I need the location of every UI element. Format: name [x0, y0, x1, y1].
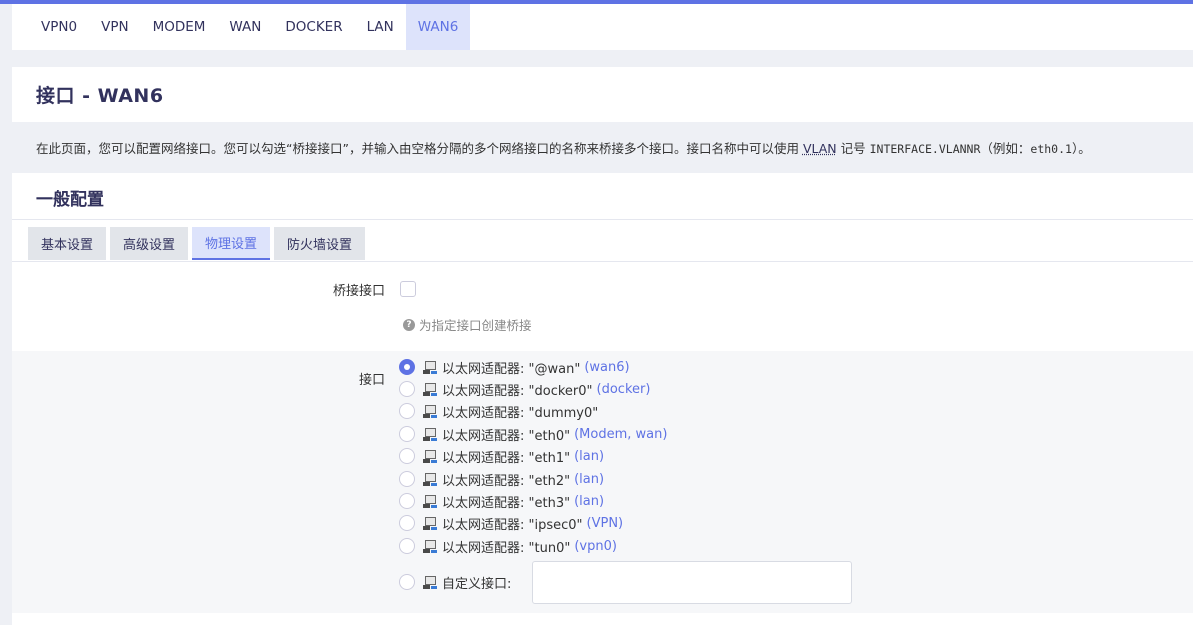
ethernet-adapter-icon [423, 516, 438, 531]
tab-wan6[interactable]: WAN6 [405, 4, 471, 50]
interface-option-label: 以太网适配器: "eth1" [442, 450, 571, 466]
interface-option[interactable]: 以太网适配器: "tun0" (vpn0) [399, 536, 617, 556]
description-text-2: 记号 [836, 141, 870, 156]
interface-option[interactable]: 以太网适配器: "docker0" (docker) [399, 379, 650, 399]
page-title: 接口 - WAN6 [36, 85, 164, 107]
interface-option[interactable]: 以太网适配器: "dummy0" [399, 401, 602, 421]
interface-radio[interactable] [399, 515, 415, 531]
bridge-hint-text: 为指定接口创建桥接 [419, 318, 532, 333]
interface-radio[interactable] [399, 471, 415, 487]
custom-interface-option[interactable]: 自定义接口: [399, 572, 511, 592]
bridge-interface-label: 桥接接口 [332, 284, 385, 299]
interface-radio[interactable] [399, 403, 415, 419]
custom-interface-radio[interactable] [399, 574, 415, 590]
page-description: 在此页面，您可以配置网络接口。您可以勾选“桥接接口”，并输入由空格分隔的多个网络… [36, 138, 1193, 157]
interface-networks: (VPN) [586, 515, 624, 531]
interface-label: 接口 [358, 373, 385, 388]
config-tab-bar: 基本设置 高级设置 物理设置 防火墙设置 [28, 227, 366, 260]
interface-radio[interactable] [399, 448, 415, 464]
ethernet-adapter-icon [423, 539, 438, 554]
interface-networks: (docker) [596, 381, 651, 397]
custom-interface-label: 自定义接口: [442, 576, 512, 592]
ethernet-adapter-icon [423, 472, 438, 487]
interface-option-label: 以太网适配器: "@wan" [442, 361, 581, 377]
interface-radio[interactable] [399, 493, 415, 509]
tab-advanced-settings[interactable]: 高级设置 [110, 227, 189, 260]
tab-wan[interactable]: WAN [217, 4, 273, 50]
tab-lan[interactable]: LAN [355, 4, 406, 50]
interface-option[interactable]: 以太网适配器: "eth3" (lan) [399, 491, 604, 511]
interface-radio[interactable] [399, 359, 415, 375]
bridge-interface-checkbox[interactable] [400, 281, 416, 297]
interface-option[interactable]: 以太网适配器: "eth0" (Modem, wan) [399, 424, 667, 444]
interface-option-label: 以太网适配器: "dummy0" [442, 405, 599, 421]
ethernet-adapter-icon [423, 575, 438, 590]
section-title: 一般配置 [36, 190, 104, 210]
interface-option[interactable]: 以太网适配器: "@wan" (wan6) [399, 357, 630, 377]
interface-option[interactable]: 以太网适配器: "ipsec0" (VPN) [399, 513, 623, 533]
ethernet-adapter-icon [423, 449, 438, 464]
interface-option-label: 以太网适配器: "eth0" [442, 428, 571, 444]
interface-networks: (lan) [574, 493, 605, 509]
page-header: 接口 - WAN6 [12, 67, 1193, 122]
vlan-example-code: eth0.1 [1030, 142, 1072, 156]
tab-firewall-settings[interactable]: 防火墙设置 [274, 227, 366, 260]
interface-tab-bar: VPN0 VPN MODEM WAN DOCKER LAN WAN6 [12, 4, 1193, 50]
interface-option[interactable]: 以太网适配器: "eth1" (lan) [399, 446, 604, 466]
interface-networks: (vpn0) [574, 538, 617, 554]
interface-option-label: 以太网适配器: "docker0" [442, 383, 593, 399]
divider [12, 261, 1193, 262]
tab-docker[interactable]: DOCKER [273, 4, 354, 50]
interface-networks: (wan6) [584, 359, 630, 375]
general-config-panel: 一般配置 基本设置 高级设置 物理设置 防火墙设置 桥接接口 ? 为指定接口创建… [12, 173, 1193, 625]
description-text-4: ）。 [1071, 141, 1091, 156]
ethernet-adapter-icon [423, 360, 438, 375]
help-circle-icon: ? [403, 318, 415, 331]
tab-vpn[interactable]: VPN [89, 4, 140, 50]
ethernet-adapter-icon [423, 494, 438, 509]
interface-radio[interactable] [399, 426, 415, 442]
bridge-hint: ? 为指定接口创建桥接 [403, 315, 532, 334]
ethernet-adapter-icon [423, 382, 438, 397]
interface-radio[interactable] [399, 538, 415, 554]
interface-networks: (lan) [574, 471, 605, 487]
interface-networks: (Modem, wan) [574, 426, 668, 442]
tab-vpn0[interactable]: VPN0 [29, 4, 89, 50]
ethernet-adapter-icon [423, 427, 438, 442]
interface-option-label: 以太网适配器: "eth2" [442, 473, 571, 489]
description-text-3: （例如： [980, 141, 1031, 156]
description-text: 在此页面，您可以配置网络接口。您可以勾选“桥接接口”，并输入由空格分隔的多个网络… [36, 141, 803, 156]
interface-option[interactable]: 以太网适配器: "eth2" (lan) [399, 469, 604, 489]
vlan-notation-code: INTERFACE.VLANNR [869, 142, 981, 156]
interface-radio[interactable] [399, 381, 415, 397]
interface-option-label: 以太网适配器: "eth3" [442, 495, 571, 511]
vlan-abbr: VLAN [802, 141, 837, 156]
divider [12, 219, 1193, 220]
interface-option-label: 以太网适配器: "tun0" [442, 540, 571, 556]
tab-basic-settings[interactable]: 基本设置 [28, 227, 107, 260]
tab-modem[interactable]: MODEM [141, 4, 218, 50]
ethernet-adapter-icon [423, 404, 438, 419]
interface-option-label: 以太网适配器: "ipsec0" [442, 517, 583, 533]
interface-networks: (lan) [574, 448, 605, 464]
custom-interface-input[interactable] [532, 561, 852, 604]
tab-physical-settings[interactable]: 物理设置 [192, 227, 271, 260]
